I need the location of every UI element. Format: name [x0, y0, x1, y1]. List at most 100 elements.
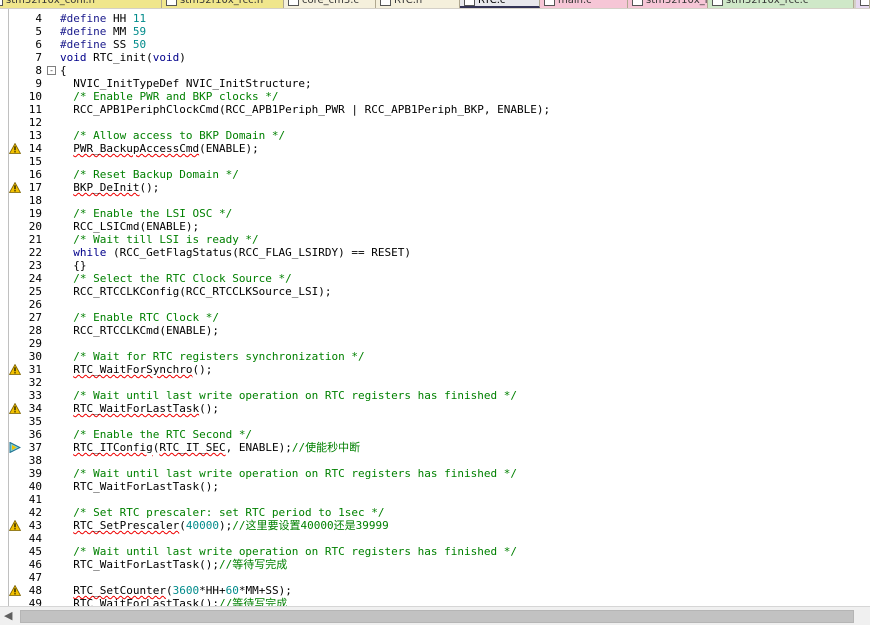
tab-6[interactable]: stm32f10x_it.c [628, 0, 708, 8]
code-line[interactable]: 34 RTC_WaitForLastTask(); [0, 402, 870, 415]
code-line[interactable]: 5 #define MM 59 [0, 25, 870, 38]
tab-label: stm32f10x_rcc.c [726, 0, 809, 6]
code-line[interactable]: 36 /* Enable the RTC Second */ [0, 428, 870, 441]
code-line[interactable]: 31 RTC_WaitForSynchro(); [0, 363, 870, 376]
code-line[interactable]: 20 RCC_LSICmd(ENABLE); [0, 220, 870, 233]
code-line[interactable]: 38 [0, 454, 870, 467]
code-text[interactable]: PWR_BackupAccessCmd(ENABLE); [60, 142, 258, 155]
code-text[interactable]: RCC_RTCCLKCmd(ENABLE); [60, 324, 219, 337]
code-text[interactable]: RCC_LSICmd(ENABLE); [60, 220, 199, 233]
tab-4[interactable]: RTC.c [460, 0, 540, 8]
code-text[interactable]: /* Set RTC prescaler: set RTC period to … [60, 506, 384, 519]
code-text[interactable]: void RTC_init(void) [60, 51, 186, 64]
tab-8[interactable]: s [856, 0, 870, 8]
tab-7[interactable]: stm32f10x_rcc.c [708, 0, 854, 8]
code-line[interactable]: 42 /* Set RTC prescaler: set RTC period … [0, 506, 870, 519]
code-text[interactable]: RTC_WaitForSynchro(); [60, 363, 212, 376]
code-line[interactable]: 11 RCC_APB1PeriphClockCmd(RCC_APB1Periph… [0, 103, 870, 116]
code-line[interactable]: 22 while (RCC_GetFlagStatus(RCC_FLAG_LSI… [0, 246, 870, 259]
code-line[interactable]: 35 [0, 415, 870, 428]
tab-0[interactable]: stm32f10x_conf.h [0, 0, 162, 8]
code-line[interactable]: 48 RTC_SetCounter(3600*HH+60*MM+SS); [0, 584, 870, 597]
code-editor[interactable]: 4 #define HH 11 5 #define MM 59 6 #define SS … [0, 9, 870, 606]
code-line[interactable]: 33 /* Wait until last write operation on… [0, 389, 870, 402]
code-text[interactable]: /* Enable RTC Clock */ [60, 311, 219, 324]
code-line[interactable]: 16 /* Reset Backup Domain */ [0, 168, 870, 181]
code-line[interactable]: 47 [0, 571, 870, 584]
code-line[interactable]: 44 [0, 532, 870, 545]
code-line[interactable]: 13 /* Allow access to BKP Domain */ [0, 129, 870, 142]
code-line[interactable]: 26 [0, 298, 870, 311]
code-line[interactable]: 27 /* Enable RTC Clock */ [0, 311, 870, 324]
tab-1[interactable]: stm32f10x_rcc.h [162, 0, 284, 8]
code-line[interactable]: 15 [0, 155, 870, 168]
fold-toggle-icon[interactable]: - [47, 66, 56, 75]
code-line[interactable]: 18 [0, 194, 870, 207]
code-text[interactable]: /* Wait for RTC registers synchronizatio… [60, 350, 364, 363]
code-text[interactable]: RCC_APB1PeriphClockCmd(RCC_APB1Periph_PW… [60, 103, 550, 116]
code-line[interactable]: 32 [0, 376, 870, 389]
line-number: 41 [28, 493, 42, 506]
code-line[interactable]: 17 BKP_DeInit(); [0, 181, 870, 194]
code-line[interactable]: 40 RTC_WaitForLastTask(); [0, 480, 870, 493]
code-text[interactable]: /* Enable the LSI OSC */ [60, 207, 232, 220]
code-text[interactable]: while (RCC_GetFlagStatus(RCC_FLAG_LSIRDY… [60, 246, 411, 259]
code-line[interactable]: 41 [0, 493, 870, 506]
code-text[interactable]: RTC_SetPrescaler(40000);//这里要设置40000还是39… [60, 519, 388, 532]
code-line[interactable]: 8-{ [0, 64, 870, 77]
code-line[interactable]: 19 /* Enable the LSI OSC */ [0, 207, 870, 220]
code-text[interactable]: /* Wait until last write operation on RT… [60, 389, 517, 402]
line-number: 42 [28, 506, 42, 519]
code-text[interactable]: #define MM 59 [60, 25, 146, 38]
code-text[interactable]: BKP_DeInit(); [60, 181, 159, 194]
code-text[interactable]: /* Wait until last write operation on RT… [60, 545, 517, 558]
code-line[interactable]: 45 /* Wait until last write operation on… [0, 545, 870, 558]
code-line[interactable]: 39 /* Wait until last write operation on… [0, 467, 870, 480]
code-line[interactable]: 14 PWR_BackupAccessCmd(ENABLE); [0, 142, 870, 155]
tab-2[interactable]: core_cm3.c [284, 0, 376, 8]
code-line[interactable]: 49 RTC_WaitForLastTask();//等待写完成 [0, 597, 870, 606]
code-text[interactable]: /* Wait until last write operation on RT… [60, 467, 517, 480]
code-line[interactable]: 9 NVIC_InitTypeDef NVIC_InitStructure; [0, 77, 870, 90]
code-text[interactable]: { [60, 64, 67, 77]
code-line[interactable]: 46 RTC_WaitForLastTask();//等待写完成 [0, 558, 870, 571]
code-text[interactable]: /* Enable the RTC Second */ [60, 428, 252, 441]
code-text[interactable]: RTC_WaitForLastTask();//等待写完成 [60, 597, 287, 606]
code-line[interactable]: 30 /* Wait for RTC registers synchroniza… [0, 350, 870, 363]
code-text[interactable]: /* Wait till LSI is ready */ [60, 233, 258, 246]
code-text[interactable]: RTC_WaitForLastTask();//等待写完成 [60, 558, 287, 571]
code-line[interactable]: 6 #define SS 50 [0, 38, 870, 51]
code-text[interactable]: RTC_ITConfig(RTC_IT_SEC, ENABLE);//使能秒中断 [60, 441, 360, 454]
tab-3[interactable]: RTC.h [376, 0, 460, 8]
code-line[interactable]: 4 #define HH 11 [0, 12, 870, 25]
code-text[interactable]: #define HH 11 [60, 12, 146, 25]
scrollbar-thumb[interactable] [20, 610, 854, 623]
horizontal-scrollbar[interactable]: ◀ [0, 606, 870, 625]
tab-5[interactable]: main.c [540, 0, 628, 8]
code-text[interactable]: RTC_WaitForLastTask(); [60, 402, 219, 415]
code-line[interactable]: 24 /* Select the RTC Clock Source */ [0, 272, 870, 285]
code-text[interactable]: #define SS 50 [60, 38, 146, 51]
code-text[interactable]: /* Allow access to BKP Domain */ [60, 129, 285, 142]
line-number: 26 [28, 298, 42, 311]
code-line[interactable]: 12 [0, 116, 870, 129]
code-line[interactable]: 29 [0, 337, 870, 350]
code-line[interactable]: 23 {} [0, 259, 870, 272]
code-line[interactable]: 37 RTC_ITConfig(RTC_IT_SEC, ENABLE);//使能… [0, 441, 870, 454]
code-line[interactable]: 28 RCC_RTCCLKCmd(ENABLE); [0, 324, 870, 337]
code-line[interactable]: 43 RTC_SetPrescaler(40000);//这里要设置40000还… [0, 519, 870, 532]
code-text[interactable]: RCC_RTCCLKConfig(RCC_RTCCLKSource_LSI); [60, 285, 331, 298]
code-text[interactable]: RTC_SetCounter(3600*HH+60*MM+SS); [60, 584, 292, 597]
code-text[interactable]: NVIC_InitTypeDef NVIC_InitStructure; [60, 77, 311, 90]
scroll-left-arrow-icon[interactable]: ◀ [4, 609, 16, 623]
code-text[interactable]: /* Enable PWR and BKP clocks */ [60, 90, 278, 103]
code-text[interactable]: /* Reset Backup Domain */ [60, 168, 239, 181]
code-line[interactable]: 21 /* Wait till LSI is ready */ [0, 233, 870, 246]
code-line[interactable]: 7 void RTC_init(void) [0, 51, 870, 64]
code-line[interactable]: 25 RCC_RTCCLKConfig(RCC_RTCCLKSource_LSI… [0, 285, 870, 298]
line-number: 31 [28, 363, 42, 376]
code-text[interactable]: /* Select the RTC Clock Source */ [60, 272, 292, 285]
code-text[interactable]: RTC_WaitForLastTask(); [60, 480, 219, 493]
code-text[interactable]: {} [60, 259, 86, 272]
code-line[interactable]: 10 /* Enable PWR and BKP clocks */ [0, 90, 870, 103]
